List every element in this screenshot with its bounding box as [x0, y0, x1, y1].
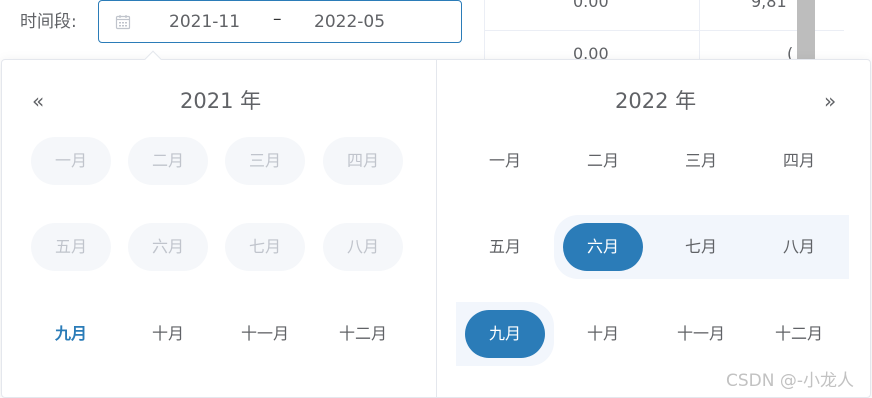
month-cell-apr-2021: 四月 — [323, 137, 403, 185]
month-cell-nov-2022[interactable]: 十一月 — [661, 310, 741, 358]
panel-divider — [436, 60, 437, 397]
month-cell-jan-2022[interactable]: 一月 — [465, 137, 545, 185]
month-cell-sep-2021[interactable]: 九月 — [31, 310, 111, 358]
background-table: 0.00 9,81 0.00 ( — [484, 0, 844, 63]
month-cell-aug-2021: 八月 — [323, 223, 403, 271]
month-range-picker: « 2021 年 一月 二月 三月 四月 五月 六月 七月 八月 九月 十月 十… — [1, 59, 871, 398]
month-cell-dec-2022[interactable]: 十二月 — [759, 310, 839, 358]
next-year-button[interactable]: » — [824, 90, 836, 112]
table-col-divider — [699, 0, 700, 60]
month-range-input[interactable]: 2021-11 – 2022-05 — [98, 0, 462, 43]
month-cell-feb-2021: 二月 — [128, 137, 208, 185]
table-scrollbar[interactable] — [797, 0, 815, 60]
prev-year-button[interactable]: « — [32, 90, 44, 112]
table-cell: 0.00 — [573, 0, 609, 11]
range-separator: – — [273, 9, 282, 29]
month-cell-sep-2022[interactable]: 九月 — [465, 310, 545, 358]
month-cell-mar-2022[interactable]: 三月 — [661, 137, 741, 185]
calendar-icon — [115, 14, 131, 30]
month-cell-oct-2021[interactable]: 十月 — [128, 310, 208, 358]
month-cell-nov-2021[interactable]: 十一月 — [225, 310, 305, 358]
month-cell-feb-2022[interactable]: 二月 — [563, 137, 643, 185]
month-cell-jan-2021: 一月 — [31, 137, 111, 185]
left-panel-title: 2021 年 — [180, 89, 262, 113]
month-cell-dec-2021[interactable]: 十二月 — [323, 310, 403, 358]
month-cell-may-2022[interactable]: 五月 — [465, 223, 545, 271]
range-label: 时间段: — [20, 12, 77, 32]
month-cell-apr-2022[interactable]: 四月 — [759, 137, 839, 185]
table-row-divider — [485, 30, 844, 31]
month-cell-jun-2021: 六月 — [128, 223, 208, 271]
right-panel-title: 2022 年 — [615, 89, 697, 113]
month-cell-aug-2022[interactable]: 八月 — [759, 223, 839, 271]
range-start-input[interactable]: 2021-11 — [169, 11, 240, 33]
month-cell-oct-2022[interactable]: 十月 — [563, 310, 643, 358]
range-end-input[interactable]: 2022-05 — [314, 11, 385, 33]
month-cell-jun-2022[interactable]: 六月 — [563, 223, 643, 271]
watermark: CSDN @-小龙人 — [725, 371, 854, 391]
table-cell: 9,81 — [751, 0, 787, 11]
month-cell-jul-2021: 七月 — [225, 223, 305, 271]
month-cell-may-2021: 五月 — [31, 223, 111, 271]
month-cell-jul-2022[interactable]: 七月 — [661, 223, 741, 271]
month-cell-mar-2021: 三月 — [225, 137, 305, 185]
